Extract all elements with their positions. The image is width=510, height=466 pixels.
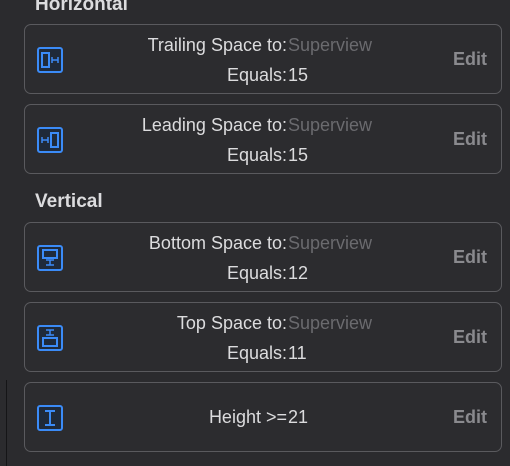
constraint-value: 15	[288, 65, 309, 85]
section-header-horizontal: Horizontal	[35, 0, 128, 15]
constraint-trailing-space[interactable]: Trailing Space to: Superview Equals: 15 …	[24, 24, 502, 94]
leading-space-icon	[37, 127, 63, 153]
constraint-target: Superview	[288, 233, 373, 253]
constraint-top-space[interactable]: Top Space to: Superview Equals: 11 Edit	[24, 302, 502, 372]
height-icon	[37, 405, 63, 431]
equals-label: Equals:	[226, 145, 287, 165]
constraint-value: 12	[288, 263, 309, 283]
constraint-label: Bottom Space to:	[148, 233, 287, 253]
constraint-leading-space[interactable]: Leading Space to: Superview Equals: 15 E…	[24, 104, 502, 174]
constraint-target: Superview	[288, 313, 373, 333]
edit-button[interactable]: Edit	[453, 407, 487, 428]
edit-button[interactable]: Edit	[453, 49, 487, 70]
constraint-value: 15	[288, 145, 309, 165]
constraint-label: Height >=	[208, 407, 287, 427]
top-space-icon	[37, 325, 63, 351]
section-header-vertical: Vertical	[35, 191, 103, 212]
constraint-label: Leading Space to:	[141, 115, 287, 135]
edit-button[interactable]: Edit	[453, 327, 487, 348]
trailing-space-icon	[37, 47, 63, 73]
constraint-bottom-space[interactable]: Bottom Space to: Superview Equals: 12 Ed…	[24, 222, 502, 292]
constraint-label: Top Space to:	[176, 313, 287, 333]
equals-label: Equals:	[226, 343, 287, 363]
edit-button[interactable]: Edit	[453, 129, 487, 150]
constraint-height[interactable]: Height >= 21 Edit	[24, 382, 502, 452]
bottom-space-icon	[37, 245, 63, 271]
constraint-value: 21	[288, 407, 309, 427]
panel-divider	[0, 380, 7, 466]
equals-label: Equals:	[226, 263, 287, 283]
equals-label: Equals:	[226, 65, 287, 85]
constraint-value: 11	[288, 343, 307, 363]
constraint-target: Superview	[288, 115, 373, 135]
constraint-label: Trailing Space to:	[147, 35, 287, 55]
edit-button[interactable]: Edit	[453, 247, 487, 268]
constraint-target: Superview	[288, 35, 373, 55]
